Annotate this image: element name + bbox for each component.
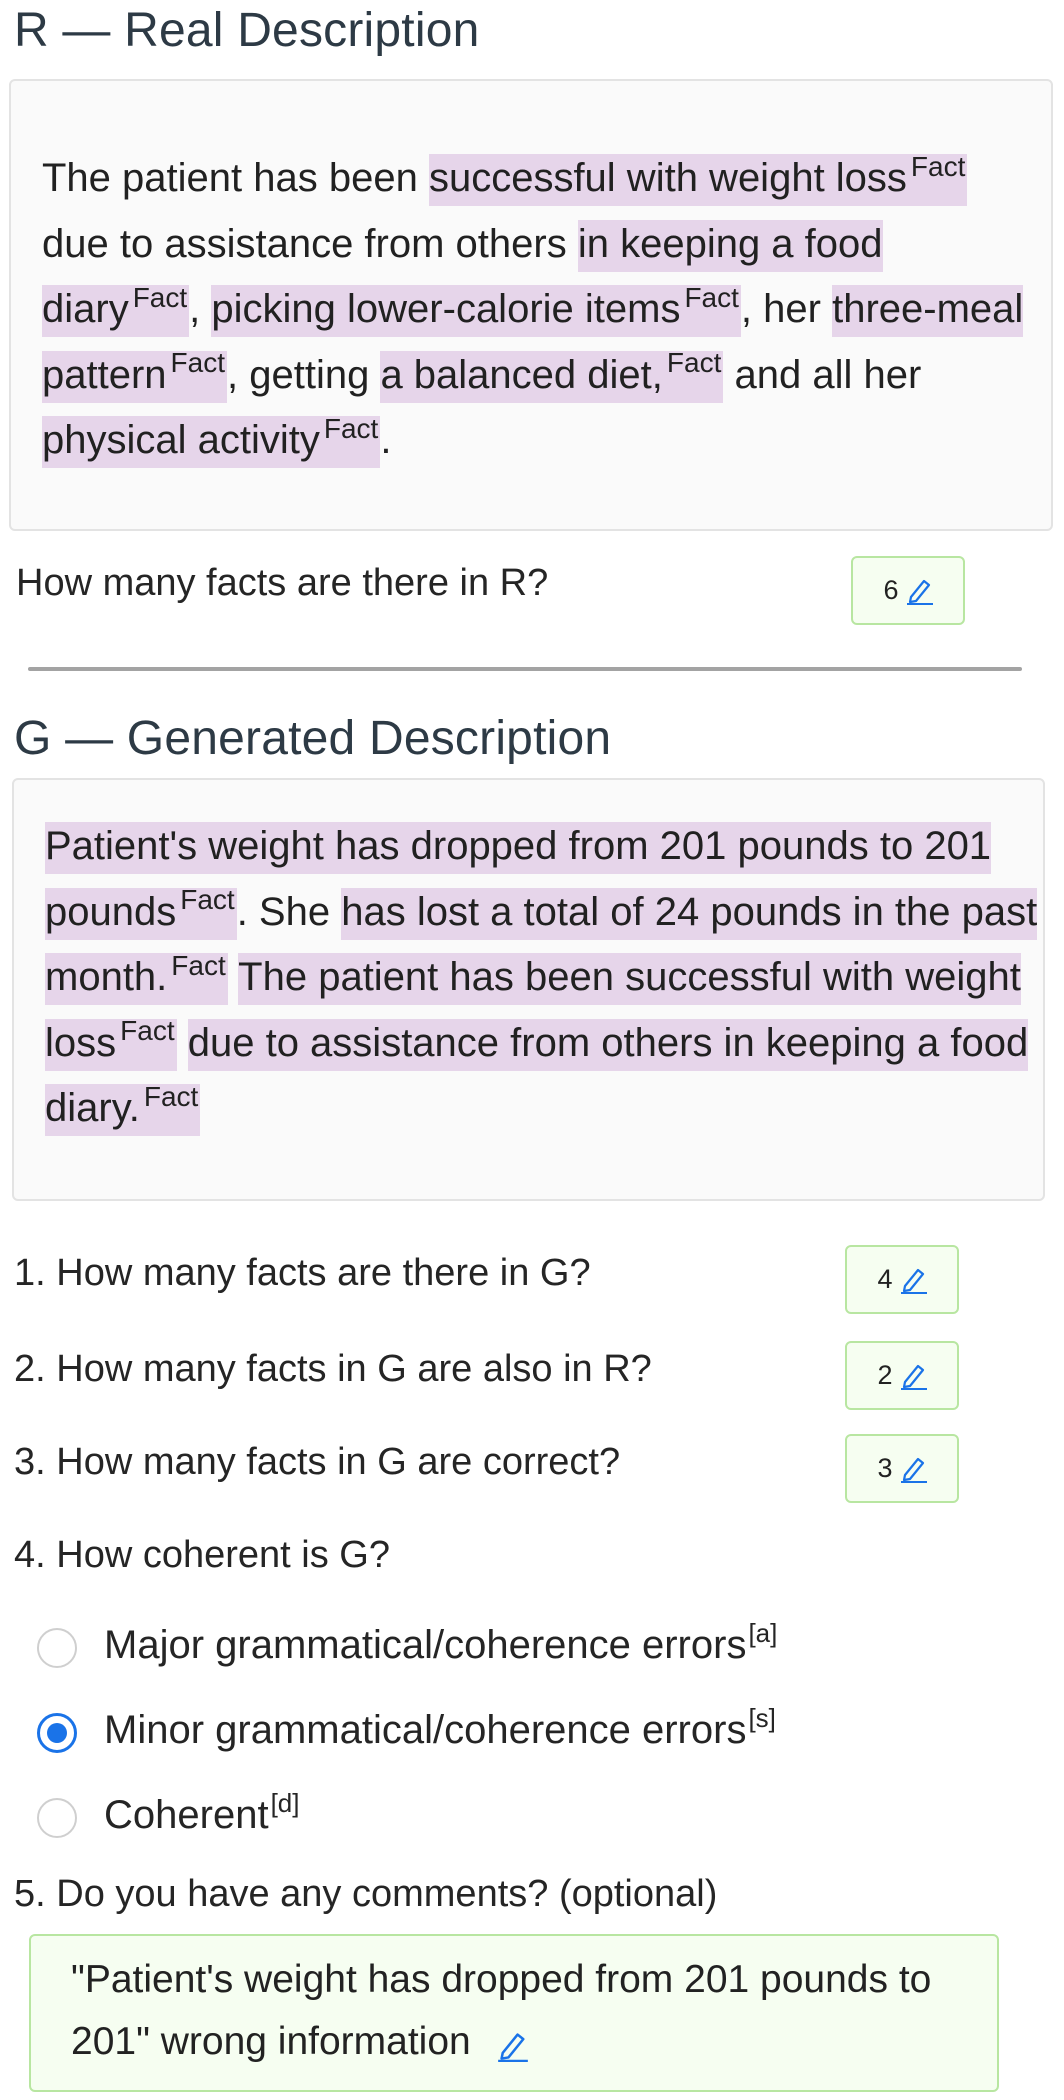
plain-text (228, 955, 238, 999)
comment-text: "Patient's weight has dropped from 201 p… (71, 1949, 971, 2073)
fact-tag: Fact (666, 347, 722, 379)
plain-text: and all her (723, 352, 922, 397)
generated-description-text: Patient's weight has dropped from 201 po… (45, 814, 1040, 1142)
option-shortcut: [s] (748, 1703, 776, 1734)
question-1-label: 1. How many facts are there in G? (14, 1252, 591, 1294)
answer-q2[interactable]: 2 (845, 1341, 959, 1410)
fact-highlight: a balanced diet, Fact (380, 349, 724, 403)
fact-tag: Fact (323, 412, 379, 444)
fact-tag: Fact (132, 281, 188, 313)
option-minor-errors[interactable]: Minor grammatical/coherence errors[s] (104, 1705, 776, 1753)
answer-facts-in-r[interactable]: 6 (851, 556, 965, 625)
option-major-errors[interactable]: Major grammatical/coherence errors[a] (104, 1620, 777, 1668)
fact-tag: Fact (910, 150, 966, 182)
answer-q1[interactable]: 4 (845, 1245, 959, 1314)
answer-value: 3 (877, 1453, 893, 1483)
plain-text: . She (236, 889, 342, 934)
option-shortcut: [d] (270, 1788, 300, 1819)
pencil-edit-icon[interactable] (900, 1455, 927, 1483)
option-coherent[interactable]: Coherent[d] (104, 1790, 299, 1838)
option-label: Coherent (104, 1793, 269, 1837)
radio-major-errors[interactable] (37, 1628, 77, 1668)
pencil-edit-icon[interactable] (900, 1266, 927, 1294)
answer-value: 2 (877, 1360, 893, 1390)
fact-highlight: physical activity Fact (42, 412, 381, 468)
fact-tag: Fact (180, 884, 235, 916)
fact-tag: Fact (170, 347, 225, 379)
answer-value: 4 (877, 1264, 893, 1294)
plain-text: due to assistance from others (42, 221, 578, 266)
section-divider (28, 667, 1022, 671)
question-2-label: 2. How many facts in G are also in R? (14, 1348, 652, 1390)
real-description-title: R — Real Description (14, 4, 480, 57)
annotation-page: R — Real Description The patient has bee… (0, 0, 1064, 2100)
plain-text (177, 1021, 188, 1065)
option-label: Minor grammatical/coherence errors (104, 1708, 747, 1752)
radio-coherent[interactable] (37, 1798, 77, 1838)
real-description-text: The patient has been successful with wei… (42, 146, 1042, 474)
fact-highlight: successful with weight loss Fact (428, 150, 968, 206)
question-facts-in-r: How many facts are there in R? (16, 562, 549, 604)
generated-description-panel: Patient's weight has dropped from 201 po… (12, 778, 1045, 1201)
fact-highlight: picking lower-calorie items Fact (211, 281, 741, 337)
real-description-panel: The patient has been successful with wei… (9, 79, 1053, 531)
option-shortcut: [a] (748, 1618, 778, 1649)
pencil-edit-icon[interactable] (900, 1362, 927, 1390)
fact-tag: Fact (171, 949, 226, 981)
question-3-label: 3. How many facts in G are correct? (14, 1441, 621, 1483)
answer-q3[interactable]: 3 (845, 1434, 959, 1503)
plain-text: , her (740, 287, 833, 331)
fact-highlight: due to assistance from others in keeping… (45, 1018, 1029, 1136)
fact-tag: Fact (120, 1015, 175, 1047)
plain-text: The patient has been (42, 156, 429, 200)
pencil-edit-icon[interactable] (906, 577, 933, 605)
question-5-label: 5. Do you have any comments? (optional) (14, 1873, 718, 1915)
answer-value: 6 (883, 575, 899, 605)
fact-tag: Fact (684, 281, 739, 313)
plain-text: , (189, 287, 212, 331)
generated-description-title: G — Generated Description (14, 712, 612, 765)
comment-field[interactable]: "Patient's weight has dropped from 201 p… (29, 1934, 999, 2092)
question-4-label: 4. How coherent is G? (14, 1534, 390, 1576)
plain-text: , getting (227, 352, 381, 397)
option-label: Major grammatical/coherence errors (104, 1623, 747, 1667)
fact-tag: Fact (143, 1080, 199, 1112)
radio-minor-errors[interactable] (37, 1713, 77, 1753)
plain-text: . (380, 418, 392, 462)
pencil-edit-icon[interactable] (497, 2030, 528, 2062)
